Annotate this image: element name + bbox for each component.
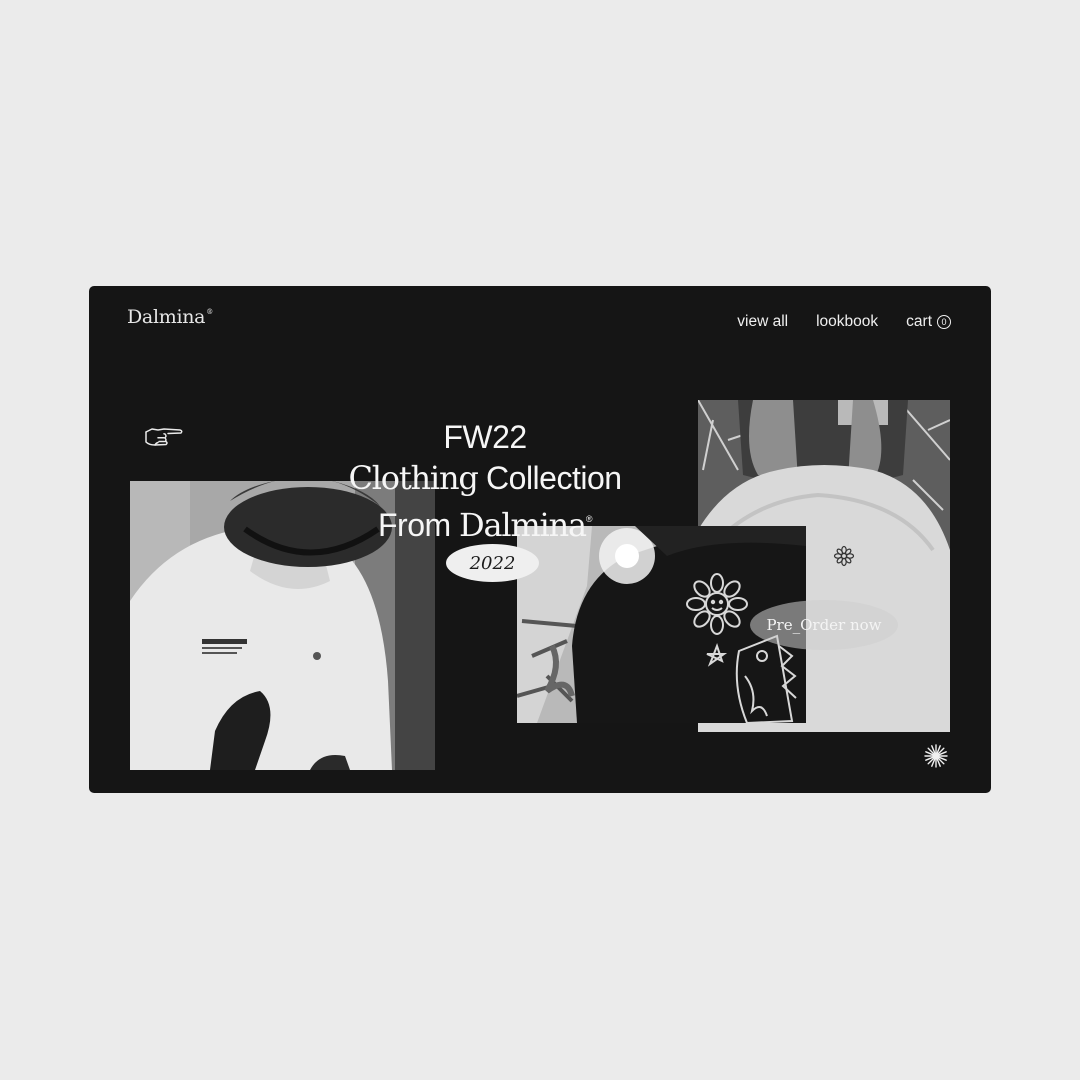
pointing-hand-icon [145, 428, 183, 446]
headline-line-1: FW22 [443, 419, 527, 455]
nav-cart-link[interactable]: cart 0 [906, 313, 951, 331]
cart-label: cart [906, 313, 932, 330]
hero-panel: Dalmina® view all lookbook cart 0 FW22 C… [89, 286, 991, 793]
preorder-button[interactable]: Pre_Order now [750, 600, 898, 650]
brand-logo[interactable]: Dalmina® [127, 306, 213, 328]
cart-count-badge: 0 [937, 315, 951, 329]
sparkle-burst-icon [924, 744, 948, 768]
top-nav: view all lookbook cart 0 [737, 313, 951, 331]
headline-line-2: Clothing Collection [348, 459, 622, 497]
nav-lookbook-link[interactable]: lookbook [816, 313, 878, 331]
hero-headline: FW22 Clothing Collection From Dalmina® [335, 417, 635, 546]
nav-view-all-link[interactable]: view all [737, 313, 788, 331]
year-badge: 2022 [446, 544, 539, 582]
headline-line-3: From Dalmina® [377, 506, 593, 544]
